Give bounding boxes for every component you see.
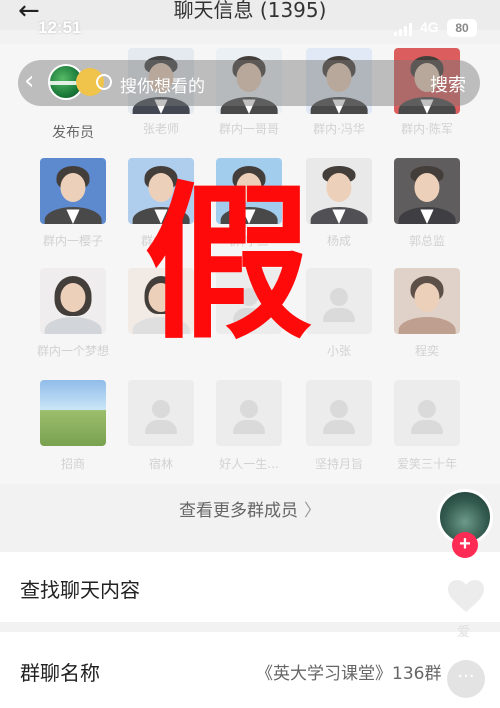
- member-name: 群内一个梦想: [36, 344, 109, 358]
- fake-watermark: 假: [144, 164, 312, 362]
- heart-icon[interactable]: [446, 578, 486, 614]
- member-name: 郭总监: [408, 234, 445, 248]
- group-name-row[interactable]: 群聊名称 《英大学习课堂》136群: [0, 632, 500, 708]
- search-button[interactable]: 搜索: [430, 71, 466, 97]
- follow-plus-icon[interactable]: +: [452, 532, 478, 558]
- member-name: 招商: [60, 457, 85, 471]
- member-avatar-placeholder[interactable]: [394, 380, 460, 446]
- signal-icon: [394, 23, 414, 36]
- search-icon: [96, 74, 112, 90]
- like-label: 爱: [457, 625, 471, 640]
- member-name: 群内一樱子: [42, 234, 103, 248]
- search-input[interactable]: 搜你想看的: [120, 72, 205, 97]
- search-bar[interactable]: ‹ 搜你想看的 搜索: [18, 60, 480, 106]
- network-type: 4G: [420, 19, 439, 35]
- member-avatar[interactable]: [394, 158, 460, 224]
- member-avatar-placeholder[interactable]: [216, 380, 282, 446]
- member-avatar[interactable]: [40, 268, 106, 334]
- status-time: 12:51: [38, 18, 82, 37]
- back-chevron-icon[interactable]: ‹: [24, 66, 34, 96]
- view-more-members-link[interactable]: 查看更多群成员〉: [0, 496, 500, 521]
- member-avatar[interactable]: [394, 268, 460, 334]
- find-chat-label: 查找聊天内容: [20, 578, 140, 602]
- status-bar: 12:51 4G 80: [0, 18, 500, 44]
- chevron-right-icon: 〉: [304, 501, 321, 521]
- member-name: 好人一生...: [219, 457, 279, 471]
- battery-icon: 80: [447, 19, 477, 37]
- view-more-label: 查看更多群成员: [179, 501, 298, 521]
- member-avatar-landscape[interactable]: [40, 380, 106, 446]
- member-name: 群内·陈军: [401, 122, 453, 136]
- member-avatar-placeholder[interactable]: [306, 380, 372, 446]
- member-name: 张老师: [142, 122, 179, 136]
- member-avatar-placeholder[interactable]: [128, 380, 194, 446]
- member-avatar[interactable]: [40, 158, 106, 224]
- member-name: 宿林: [148, 457, 173, 471]
- member-name: 程奕: [414, 344, 439, 358]
- find-chat-row[interactable]: 查找聊天内容: [0, 552, 500, 622]
- group-name-label: 群聊名称: [20, 661, 100, 685]
- member-name: 坚持月旨: [314, 457, 363, 471]
- comment-icon[interactable]: [447, 660, 485, 698]
- member-name: 群内一哥哥: [218, 122, 279, 136]
- member-name: 爱笑三十年: [396, 457, 457, 471]
- member-name: 群内·冯华: [313, 122, 365, 136]
- publisher-label: 发布员: [52, 125, 94, 141]
